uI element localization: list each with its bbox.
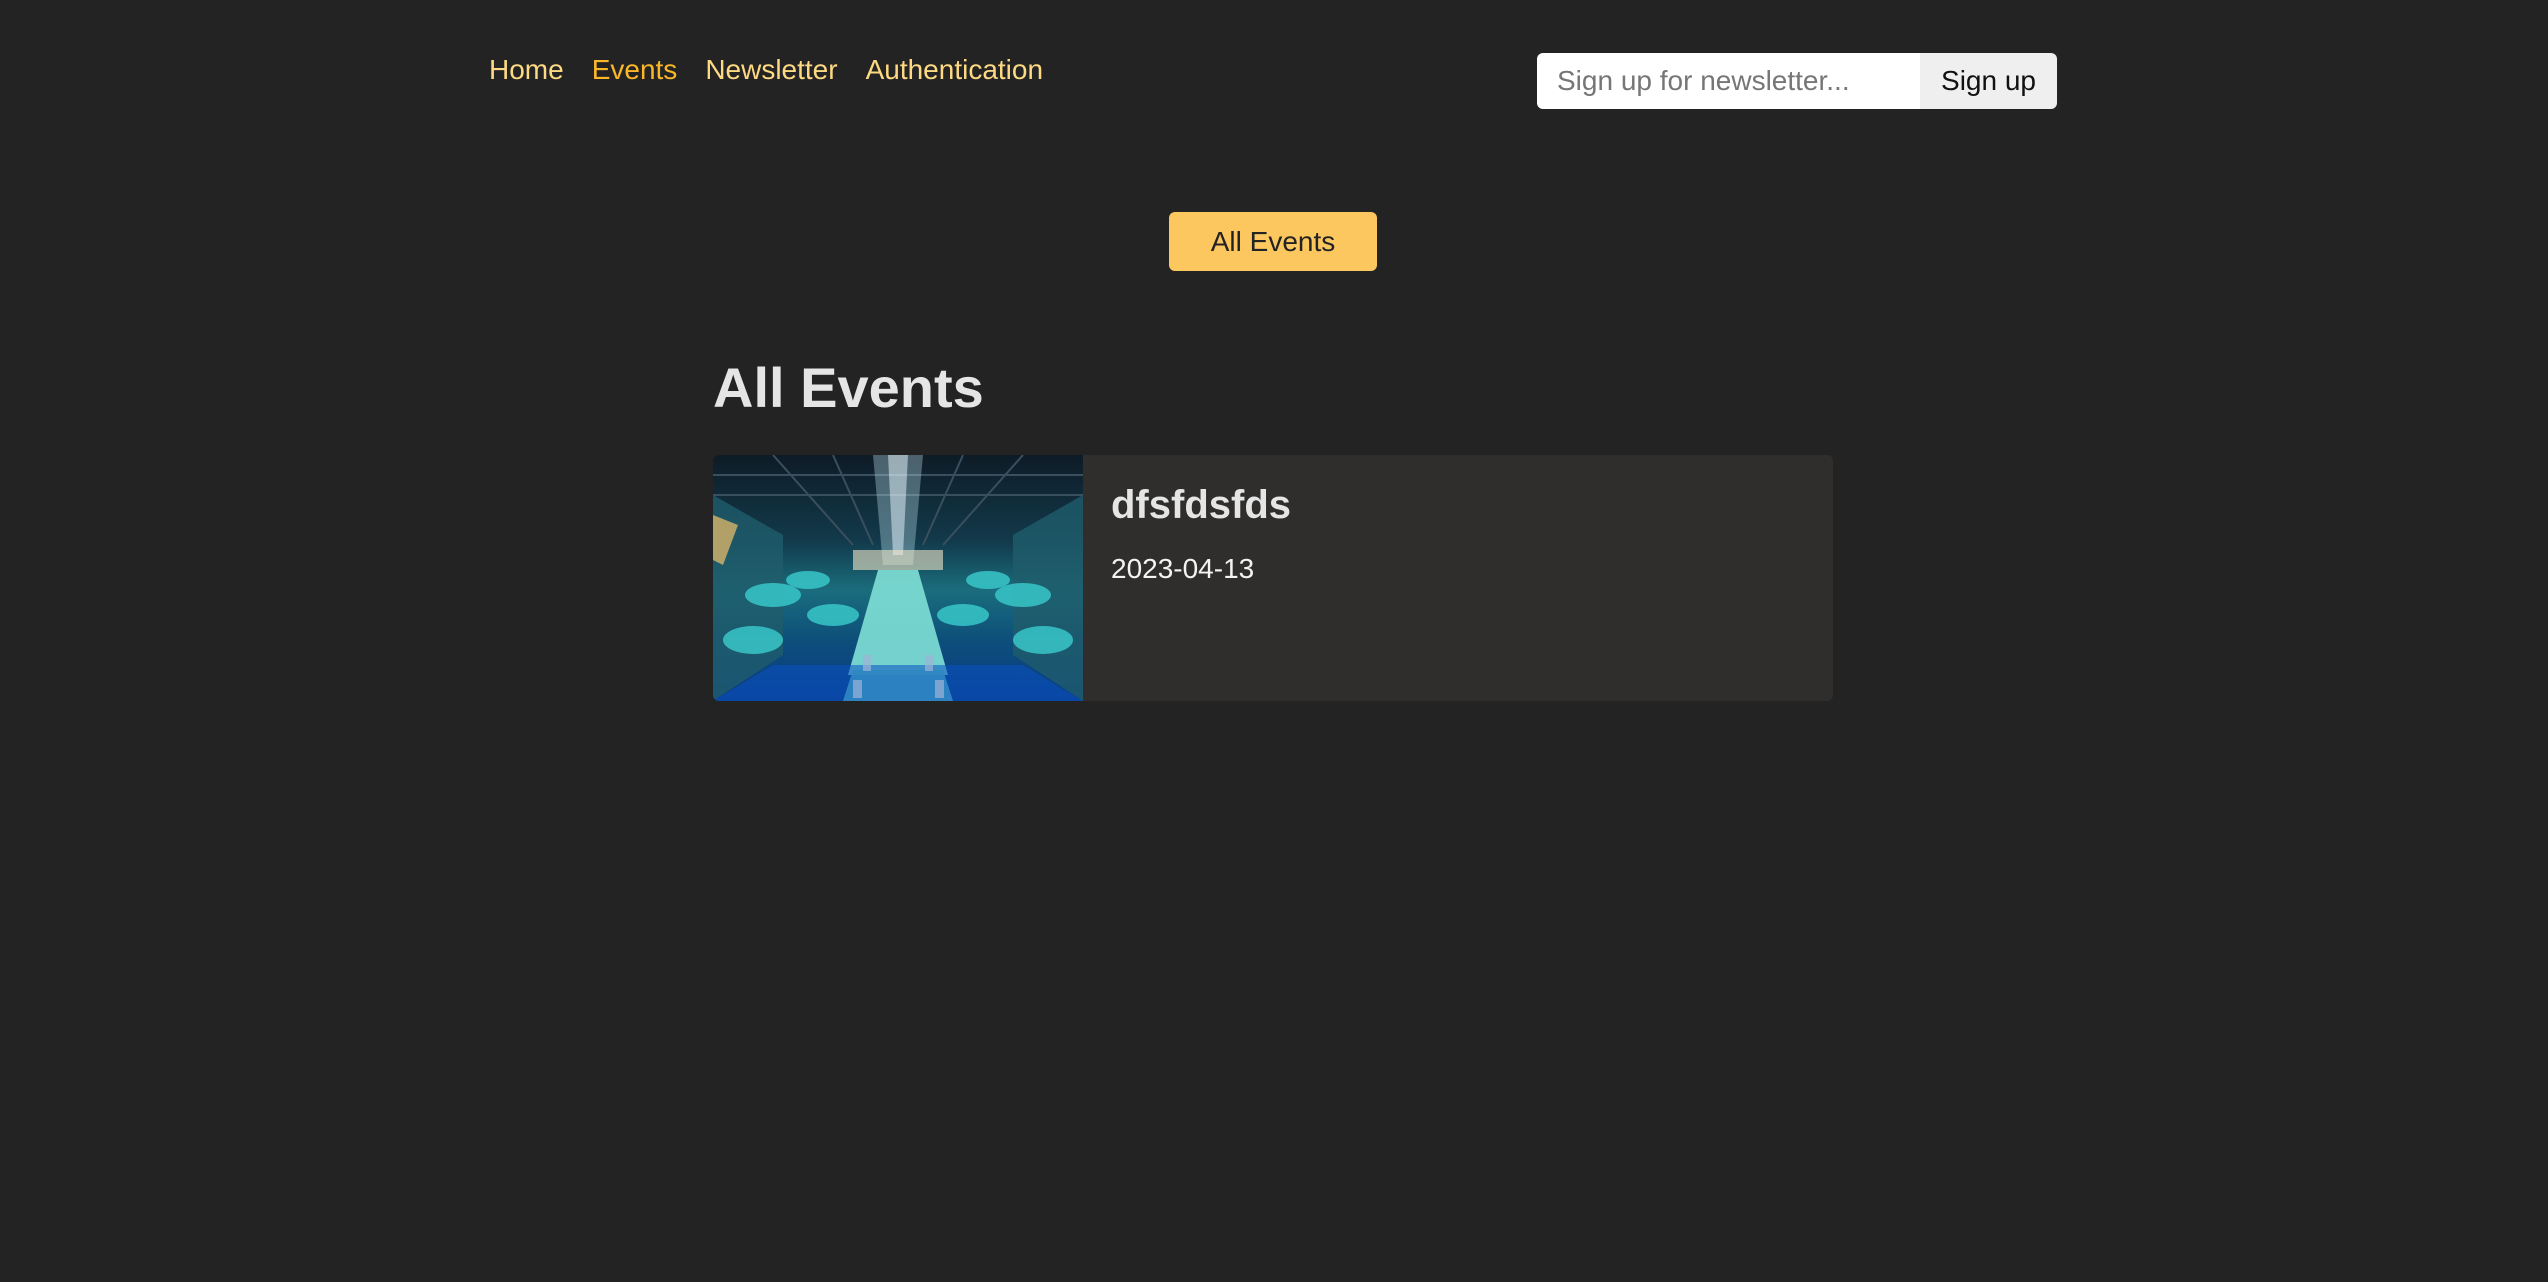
newsletter-email-input[interactable] xyxy=(1537,53,1920,109)
nav-item-events: Events xyxy=(592,56,678,84)
event-card[interactable]: dfsfdsfds 2023-04-13 xyxy=(713,455,1833,701)
nav-item-authentication: Authentication xyxy=(866,56,1043,84)
event-info: dfsfdsfds 2023-04-13 xyxy=(1083,455,1319,701)
event-date-value: 2023-04-13 xyxy=(1111,553,1255,584)
page-title: All Events xyxy=(713,356,984,419)
nav-item-home: Home xyxy=(489,56,564,84)
all-events-button[interactable]: All Events xyxy=(1169,212,1377,271)
nav-link-home[interactable]: Home xyxy=(489,54,564,85)
nav-link-events[interactable]: Events xyxy=(592,54,678,85)
newsletter-signup-button[interactable]: Sign up xyxy=(1920,53,2057,109)
main-header: Home Events Newsletter Authentication Si… xyxy=(0,0,2548,120)
newsletter-signup-form: Sign up xyxy=(1537,53,2057,109)
nav-link-newsletter[interactable]: Newsletter xyxy=(705,54,837,85)
event-venue-photo xyxy=(713,455,1083,701)
event-venue-image-icon xyxy=(713,455,1083,701)
nav-list: Home Events Newsletter Authentication xyxy=(489,56,1043,84)
nav-link-authentication[interactable]: Authentication xyxy=(866,54,1043,85)
event-date: 2023-04-13 xyxy=(1111,553,1291,585)
nav-item-newsletter: Newsletter xyxy=(705,56,837,84)
event-title: dfsfdsfds xyxy=(1111,483,1291,527)
